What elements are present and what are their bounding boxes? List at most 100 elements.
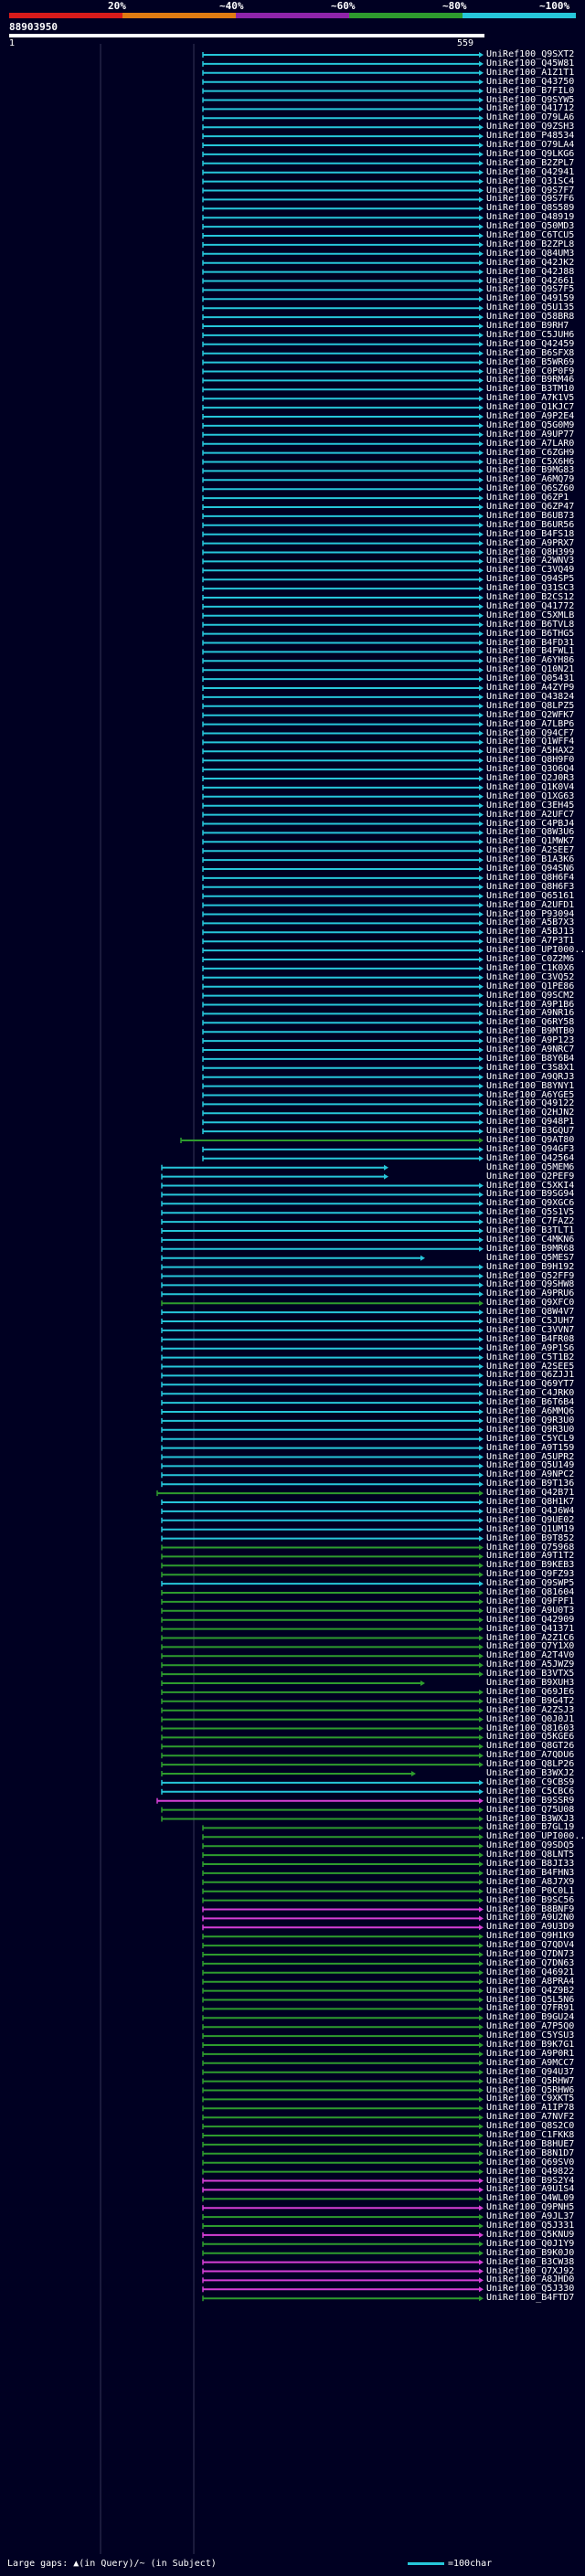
hit-bar[interactable] (202, 1978, 484, 1985)
hit-bar[interactable] (202, 2259, 484, 2265)
hit-bar[interactable] (202, 97, 484, 103)
hit-bar[interactable] (202, 405, 484, 411)
hit-bar[interactable] (202, 1843, 484, 1850)
hit-bar[interactable] (202, 2051, 484, 2057)
hit-bar[interactable] (202, 1002, 484, 1008)
hit-bar[interactable] (161, 1517, 484, 1523)
hit-bar[interactable] (161, 1363, 484, 1370)
hit-bar[interactable] (161, 1807, 484, 1813)
hit-bar[interactable] (161, 1762, 484, 1768)
hit-bar[interactable] (161, 1382, 484, 1388)
hit-bar[interactable] (161, 1563, 484, 1569)
hit-bar[interactable] (161, 1454, 484, 1460)
hit-bar[interactable] (161, 1164, 388, 1171)
hit-bar[interactable] (202, 1055, 484, 1062)
hit-bar[interactable] (202, 595, 484, 600)
hit-bar[interactable] (202, 1834, 484, 1840)
hit-bar[interactable] (161, 1345, 484, 1352)
hit-bar[interactable] (202, 612, 484, 619)
hit-bar[interactable] (161, 1526, 484, 1532)
hit-bar[interactable] (202, 721, 484, 727)
hit-bar[interactable] (202, 450, 484, 456)
hit-bar[interactable] (161, 1255, 425, 1261)
hit-bar[interactable] (202, 2178, 484, 2184)
hit-bar[interactable] (161, 1707, 484, 1713)
hit-bar[interactable] (161, 1779, 484, 1786)
hit-bar[interactable] (202, 929, 484, 936)
hit-bar[interactable] (202, 2060, 484, 2066)
hit-bar[interactable] (202, 884, 484, 890)
hit-bar[interactable] (161, 1400, 484, 1406)
hit-bar[interactable] (161, 1463, 484, 1469)
hit-bar[interactable] (202, 974, 484, 981)
hit-bar[interactable] (202, 667, 484, 673)
hit-bar[interactable] (202, 739, 484, 746)
hit-bar[interactable] (180, 1138, 484, 1143)
hit-bar[interactable] (161, 1744, 484, 1750)
hit-bar[interactable] (161, 1753, 484, 1759)
hit-bar[interactable] (202, 802, 484, 809)
hit-bar[interactable] (202, 477, 484, 483)
hit-bar[interactable] (202, 567, 484, 574)
hit-bar[interactable] (202, 2250, 484, 2256)
hit-bar[interactable] (202, 468, 484, 474)
hit-bar[interactable] (161, 1236, 484, 1243)
hit-bar[interactable] (161, 1336, 484, 1342)
hit-bar[interactable] (202, 359, 484, 366)
hit-bar[interactable] (161, 1734, 484, 1741)
hit-bar[interactable] (161, 1590, 484, 1595)
hit-bar[interactable] (202, 2286, 484, 2293)
hit-bar[interactable] (202, 848, 484, 854)
hit-bar[interactable] (202, 1861, 484, 1867)
hit-bar[interactable] (161, 1327, 484, 1333)
hit-bar[interactable] (202, 685, 484, 691)
hit-bar[interactable] (202, 1997, 484, 2003)
hit-bar[interactable] (202, 586, 484, 592)
hit-bar[interactable] (202, 115, 484, 122)
hit-bar[interactable] (202, 332, 484, 338)
hit-bar[interactable] (202, 350, 484, 356)
hit-bar[interactable] (202, 486, 484, 493)
hit-bar[interactable] (202, 2268, 484, 2274)
hit-bar[interactable] (202, 1852, 484, 1859)
hit-bar[interactable] (202, 387, 484, 393)
hit-bar[interactable] (202, 577, 484, 583)
hit-bar[interactable] (202, 250, 484, 257)
hit-bar[interactable] (202, 920, 484, 927)
hit-bar[interactable] (202, 558, 484, 565)
hit-bar[interactable] (156, 1797, 484, 1804)
hit-bar[interactable] (202, 649, 484, 655)
hit-bar[interactable] (202, 504, 484, 510)
hit-bar[interactable] (202, 811, 484, 818)
hit-bar[interactable] (202, 2141, 484, 2147)
hit-bar[interactable] (161, 1653, 484, 1659)
hit-bar[interactable] (202, 2078, 484, 2084)
hit-bar[interactable] (202, 215, 484, 221)
hit-bar[interactable] (202, 133, 484, 140)
hit-bar[interactable] (202, 2015, 484, 2021)
hit-bar[interactable] (202, 2096, 484, 2103)
hit-bar[interactable] (161, 1725, 484, 1732)
hit-label[interactable]: UniRef100_B4FTD7 (486, 2293, 574, 2303)
hit-bar[interactable] (202, 79, 484, 85)
hit-bar[interactable] (202, 88, 484, 94)
hit-bar[interactable] (202, 694, 484, 700)
hit-bar[interactable] (202, 549, 484, 556)
hit-bar[interactable] (202, 2231, 484, 2238)
hit-bar[interactable] (202, 233, 484, 239)
hit-bar[interactable] (202, 621, 484, 628)
hit-bar[interactable] (202, 377, 484, 384)
hit-bar[interactable] (161, 1417, 484, 1424)
hit-bar[interactable] (202, 2196, 484, 2202)
hit-bar[interactable] (202, 1924, 484, 1931)
hit-bar[interactable] (202, 758, 484, 764)
hit-bar[interactable] (202, 2042, 484, 2048)
hit-bar[interactable] (202, 206, 484, 212)
hit-bar[interactable] (202, 169, 484, 175)
hit-bar[interactable] (202, 1906, 484, 1913)
hit-bar[interactable] (161, 1319, 484, 1324)
hit-bar[interactable] (202, 2133, 484, 2138)
hit-bar[interactable] (202, 1047, 484, 1053)
hit-bar[interactable] (161, 1445, 484, 1451)
hit-bar[interactable] (202, 1011, 484, 1017)
